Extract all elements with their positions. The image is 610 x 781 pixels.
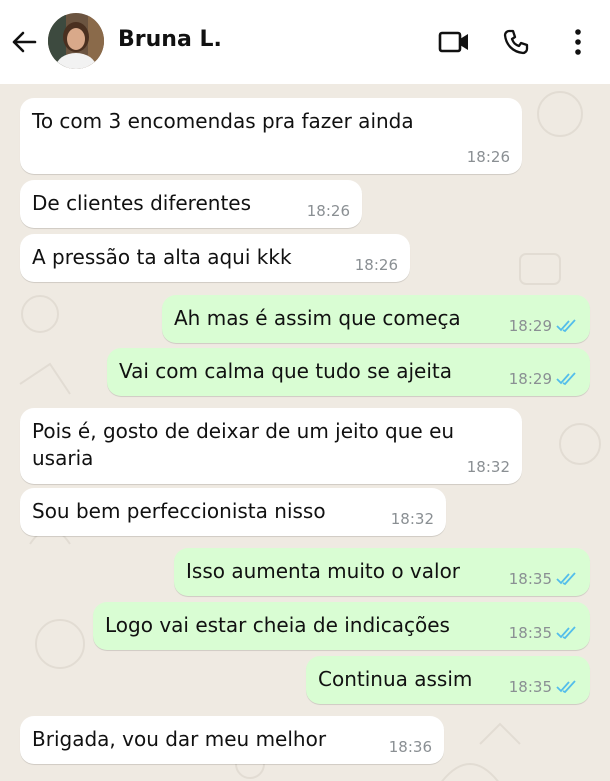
read-ticks-icon <box>556 680 576 694</box>
message-time: 18:26 <box>354 256 398 274</box>
message-outgoing[interactable]: Logo vai estar cheia de indicações 18:35 <box>93 602 590 650</box>
message-time: 18:26 <box>466 148 510 166</box>
read-ticks-icon <box>556 626 576 640</box>
message-time: 18:29 <box>508 317 552 335</box>
message-outgoing[interactable]: Ah mas é assim que começa 18:29 <box>162 295 590 343</box>
message-incoming[interactable]: Pois é, gosto de deixar de um jeito que … <box>20 408 522 484</box>
read-ticks-icon <box>556 319 576 333</box>
video-call-icon[interactable] <box>436 24 472 60</box>
chat-area[interactable]: To com 3 encomendas pra fazer ainda 18:2… <box>0 84 610 781</box>
back-arrow-icon[interactable] <box>8 26 40 58</box>
message-time: 18:32 <box>466 458 510 476</box>
message-outgoing[interactable]: Vai com calma que tudo se ajeita 18:29 <box>107 348 590 396</box>
message-incoming[interactable]: Sou bem perfeccionista nisso 18:32 <box>20 488 446 536</box>
message-text: Brigada, vou dar meu melhor <box>32 727 327 751</box>
message-outgoing[interactable]: Continua assim 18:35 <box>306 656 590 704</box>
message-text: Vai com calma que tudo se ajeita <box>119 359 452 383</box>
message-time: 18:35 <box>508 624 552 642</box>
message-text: Ah mas é assim que começa <box>174 306 461 330</box>
message-time: 18:26 <box>306 202 350 220</box>
more-options-icon[interactable] <box>560 24 596 60</box>
message-text: Pois é, gosto de deixar de um jeito que … <box>32 419 455 470</box>
message-text: To com 3 encomendas pra fazer ainda <box>32 109 414 133</box>
phone-call-icon[interactable] <box>498 24 534 60</box>
message-incoming[interactable]: A pressão ta alta aqui kkk 18:26 <box>20 234 410 282</box>
read-ticks-icon <box>556 572 576 586</box>
message-outgoing[interactable]: Isso aumenta muito o valor 18:35 <box>174 548 590 596</box>
message-text: De clientes diferentes <box>32 191 252 215</box>
message-time: 18:35 <box>508 678 552 696</box>
message-time: 18:36 <box>388 738 432 756</box>
message-text: Continua assim <box>318 667 473 691</box>
avatar[interactable] <box>48 13 104 69</box>
contact-name[interactable]: Bruna L. <box>118 27 222 52</box>
message-text: Isso aumenta muito o valor <box>186 559 461 583</box>
message-incoming[interactable]: To com 3 encomendas pra fazer ainda 18:2… <box>20 98 522 174</box>
message-time: 18:32 <box>390 510 434 528</box>
message-text: Sou bem perfeccionista nisso <box>32 499 326 523</box>
message-incoming[interactable]: De clientes diferentes 18:26 <box>20 180 362 228</box>
message-time: 18:29 <box>508 370 552 388</box>
message-text: Logo vai estar cheia de indicações <box>105 613 450 637</box>
message-time: 18:35 <box>508 570 552 588</box>
chat-header: Bruna L. <box>0 0 610 84</box>
message-incoming[interactable]: Brigada, vou dar meu melhor 18:36 <box>20 716 444 764</box>
message-text: A pressão ta alta aqui kkk <box>32 245 292 269</box>
read-ticks-icon <box>556 372 576 386</box>
